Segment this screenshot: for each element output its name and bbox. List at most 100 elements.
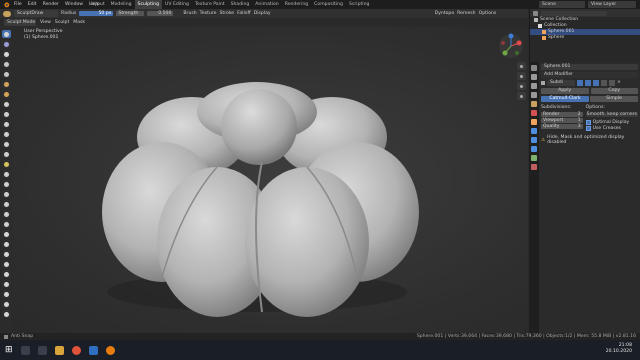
sculpt-tool-icon[interactable] (2, 240, 11, 248)
outliner-item-sphere[interactable]: Sphere (530, 35, 640, 41)
close-icon[interactable]: × (617, 80, 622, 86)
sculpt-tool-icon[interactable] (2, 100, 11, 108)
texture-menu[interactable]: Texture (200, 11, 217, 16)
sculpt-tool-icon[interactable] (2, 50, 11, 58)
outliner-search-input[interactable] (541, 10, 607, 16)
sculpt-tool-icon[interactable] (2, 170, 11, 178)
use-creases-checkbox[interactable]: Use Creases (585, 125, 638, 131)
viewport-toggle-icon[interactable] (585, 80, 591, 86)
blender-taskbar-icon[interactable] (105, 345, 115, 355)
3d-viewport[interactable] (12, 27, 528, 333)
viewport-levels-field[interactable]: Viewport 1 (541, 118, 583, 123)
sculpt-tool-icon[interactable] (2, 160, 11, 168)
view-layer-selector[interactable]: View Layer (588, 1, 636, 8)
sculpt-tool-icon[interactable] (2, 190, 11, 198)
sculpt-tool-icon[interactable] (2, 230, 11, 238)
tab-sculpting[interactable]: Sculpting (134, 0, 162, 9)
sculpt-tool-icon[interactable] (2, 250, 11, 258)
options-menu[interactable]: Options (479, 11, 497, 16)
file-explorer-icon[interactable] (54, 345, 64, 355)
pan-hand-icon[interactable] (517, 72, 526, 80)
sculpt-tool-icon[interactable] (2, 260, 11, 268)
stroke-menu[interactable]: Stroke (220, 11, 235, 16)
dyntopo-toggle[interactable]: Dyntopo (435, 11, 455, 16)
menu-render[interactable]: Render (43, 2, 59, 7)
menu-edit[interactable]: Edit (28, 2, 37, 7)
render-toggle-icon[interactable] (593, 80, 599, 86)
falloff-menu[interactable]: Falloff (237, 11, 251, 16)
grid-icon[interactable] (517, 92, 526, 100)
quality-field[interactable]: Quality 3 (541, 124, 583, 129)
data-tab-icon[interactable] (531, 155, 537, 161)
particles-tab-icon[interactable] (531, 137, 537, 143)
sculpt-tool-icon[interactable] (2, 30, 11, 38)
physics-tab-icon[interactable] (531, 146, 537, 152)
scene-tab-icon[interactable] (531, 101, 537, 107)
tab-modeling[interactable]: Modeling (108, 0, 135, 9)
view-menu[interactable]: View (40, 20, 51, 25)
search-icon[interactable] (20, 345, 30, 355)
scene-selector[interactable]: Scene (539, 1, 585, 8)
sculpt-tool-icon[interactable] (2, 120, 11, 128)
sculpt-tool-icon[interactable] (2, 180, 11, 188)
remesh-menu[interactable]: Remesh (457, 11, 475, 16)
sculpt-tool-icon[interactable] (2, 70, 11, 78)
tab-uv-editing[interactable]: UV Editing (162, 0, 192, 9)
sculpt-tool-icon[interactable] (2, 60, 11, 68)
radius-field[interactable]: 50 px (79, 11, 114, 16)
simple-button[interactable]: Simple (590, 96, 638, 102)
sculpt-tool-icon[interactable] (2, 210, 11, 218)
windows-start-icon[interactable]: ⊞ (5, 345, 13, 355)
sculpt-tool-icon[interactable] (2, 40, 11, 48)
uv-smooth-dropdown[interactable]: Smooth, keep corners (585, 112, 638, 117)
tab-compositing[interactable]: Compositing (311, 0, 346, 9)
editmode-toggle-icon[interactable] (577, 80, 583, 86)
move-down-icon[interactable] (609, 80, 615, 86)
mode-selector[interactable]: Sculpt Mode (4, 18, 36, 26)
sculpt-tool-icon[interactable] (2, 130, 11, 138)
sculpt-tool-icon[interactable] (2, 90, 11, 98)
brush-icon[interactable] (3, 10, 11, 17)
tab-animation[interactable]: Animation (252, 0, 281, 9)
tab-scripting[interactable]: Scripting (346, 0, 372, 9)
sculpt-tool-icon[interactable] (2, 110, 11, 118)
tab-rendering[interactable]: Rendering (282, 0, 311, 9)
catmull-clark-button[interactable]: Catmull-Clark (541, 96, 589, 102)
material-tab-icon[interactable] (531, 164, 537, 170)
brush-menu[interactable]: Brush (183, 11, 196, 16)
render-levels-field[interactable]: Render 2 (541, 112, 583, 117)
task-view-icon[interactable] (37, 345, 47, 355)
move-up-icon[interactable] (601, 80, 607, 86)
chrome-icon[interactable] (71, 345, 81, 355)
view-layer-tab-icon[interactable] (531, 92, 537, 98)
camera-icon[interactable] (517, 82, 526, 90)
modifier-name-field[interactable]: Subdi (547, 80, 575, 86)
zoom-icon[interactable] (517, 62, 526, 70)
system-clock[interactable]: 21:08 20.10.2020 (606, 343, 632, 355)
apply-button[interactable]: Apply (541, 88, 589, 94)
sculpt-tool-icon[interactable] (2, 80, 11, 88)
strength-field[interactable]: 0.500 (147, 11, 174, 16)
sculpt-tool-icon[interactable] (2, 220, 11, 228)
menu-file[interactable]: File (14, 2, 22, 7)
object-tab-icon[interactable] (531, 119, 537, 125)
sculpt-menu[interactable]: Sculpt (55, 20, 69, 25)
navigation-gizmo[interactable] (498, 33, 524, 59)
copy-button[interactable]: Copy (590, 88, 638, 94)
tab-texture-paint[interactable]: Texture Paint (192, 0, 228, 9)
render-tab-icon[interactable] (531, 74, 537, 80)
tab-shading[interactable]: Shading (228, 0, 253, 9)
sculpt-tool-icon[interactable] (2, 140, 11, 148)
sculpt-tool-icon[interactable] (2, 150, 11, 158)
tool-tab-icon[interactable] (531, 65, 537, 71)
blender-logo-icon[interactable] (2, 1, 10, 8)
world-tab-icon[interactable] (531, 110, 537, 116)
sculpt-tool-icon[interactable] (2, 310, 11, 318)
sculpt-tool-icon[interactable] (2, 280, 11, 288)
mask-menu[interactable]: Mask (73, 20, 85, 25)
sculpt-tool-icon[interactable] (2, 290, 11, 298)
display-menu[interactable]: Display (254, 11, 271, 16)
add-modifier-dropdown[interactable]: Add Modifier (541, 72, 638, 78)
modifier-tab-icon[interactable] (531, 128, 537, 134)
brush-selector[interactable]: SculptDraw (14, 10, 58, 17)
